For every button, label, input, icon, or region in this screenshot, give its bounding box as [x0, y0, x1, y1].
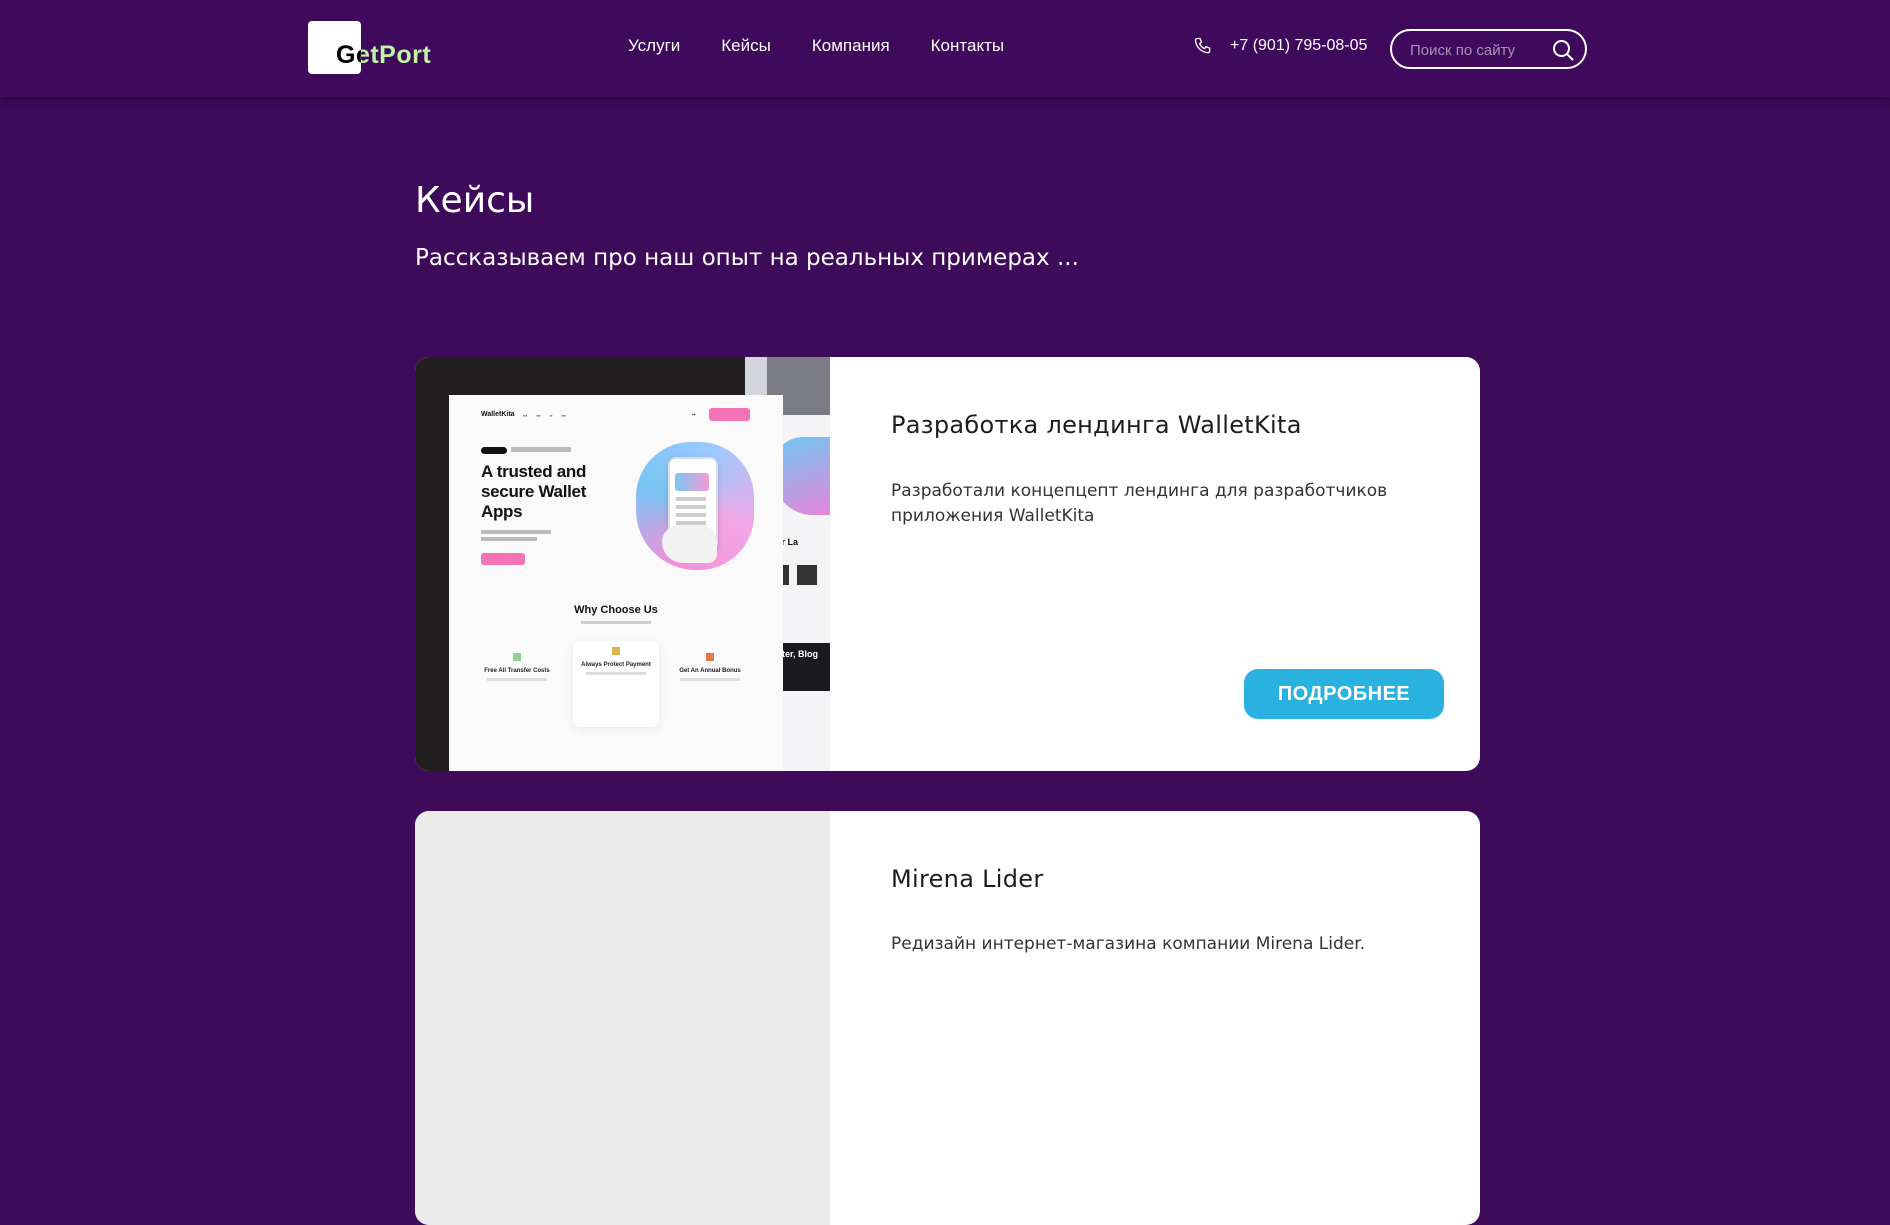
- case-description: Разработали концепцепт лендинга для разр…: [891, 481, 1388, 526]
- preview-hand: [662, 525, 717, 563]
- preview-login: ▪▪: [692, 412, 696, 418]
- preview-headline: A trusted and secure Wallet Apps: [481, 462, 587, 521]
- nav-item-company[interactable]: Компания: [812, 36, 890, 56]
- nav-item-services[interactable]: Услуги: [628, 36, 680, 56]
- gift-icon: [706, 653, 714, 661]
- nav-item-contacts[interactable]: Контакты: [931, 36, 1004, 56]
- nav-item-cases[interactable]: Кейсы: [721, 36, 771, 56]
- preview-feature: Get An Annual Bonus: [675, 653, 745, 681]
- details-button[interactable]: ПОДРОБНЕЕ: [1244, 669, 1444, 719]
- case-preview-image[interactable]: [415, 811, 830, 1225]
- site-header: GetPort Услуги Кейсы Компания Контакты +…: [0, 0, 1890, 97]
- case-card: Mirena Lider Редизайн интернет-магазина …: [415, 811, 1480, 1225]
- preview-phone-line: [676, 513, 706, 517]
- preview-cta: [709, 408, 750, 421]
- preview-feature-line: [487, 678, 547, 681]
- preview-feature-label: Free All Transfer Costs: [484, 668, 550, 674]
- preview-feature-label: Get An Annual Bonus: [679, 668, 741, 674]
- case-card: Our La ibe Our tter, Blog WalletKita ▪▪▪…: [415, 357, 1480, 771]
- preview-phone-line: [676, 505, 706, 509]
- preview-feature: Always Protect Payment: [581, 647, 651, 675]
- case-title[interactable]: Разработка лендинга WalletKita: [891, 411, 1302, 439]
- money-icon: [513, 653, 521, 661]
- page-title: Кейсы: [415, 180, 535, 221]
- preview-feature-label: Always Protect Payment: [581, 662, 651, 668]
- phone-link[interactable]: +7 (901) 795-08-05: [1193, 36, 1367, 56]
- preview-section-subtitle: [581, 621, 651, 624]
- preview-thumb: [797, 565, 817, 585]
- preview-nav: ▪▪▪ ▪▪▪ ▪▪ ▪▪▪: [523, 413, 566, 418]
- preview-front-page: WalletKita ▪▪▪ ▪▪▪ ▪▪ ▪▪▪ ▪▪ A trusted a…: [449, 395, 783, 771]
- search-icon[interactable]: [1551, 38, 1575, 62]
- preview-feature: Free All Transfer Costs: [482, 653, 552, 681]
- preview-logo: WalletKita: [481, 411, 515, 418]
- main-nav: Услуги Кейсы Компания Контакты: [628, 36, 1045, 56]
- logo-text: GetPort: [336, 41, 432, 69]
- case-preview-image[interactable]: Our La ibe Our tter, Blog WalletKita ▪▪▪…: [415, 357, 830, 771]
- preview-pill-text: [511, 447, 571, 452]
- search-box: [1390, 29, 1587, 69]
- preview-phone-card: [675, 473, 709, 491]
- preview-phone-line: [676, 497, 706, 501]
- search-input[interactable]: [1408, 39, 1552, 61]
- phone-number: +7 (901) 795-08-05: [1230, 37, 1368, 54]
- logo[interactable]: GetPort: [308, 21, 432, 77]
- page-subtitle: Рассказываем про наш опыт на реальных пр…: [415, 245, 1079, 271]
- preview-paragraph: [481, 537, 537, 541]
- preview-paragraph: [481, 530, 551, 534]
- case-description: Редизайн интернет-магазина компании Mire…: [891, 934, 1366, 954]
- preview-feature-line: [680, 678, 740, 681]
- preview-button: [481, 553, 525, 565]
- case-title[interactable]: Mirena Lider: [891, 865, 1044, 893]
- preview-section-title: Why Choose Us: [574, 604, 658, 616]
- phone-icon: [1194, 37, 1211, 54]
- preview-pill: [481, 447, 507, 454]
- lock-icon: [612, 647, 620, 655]
- preview-feature-line: [586, 672, 646, 675]
